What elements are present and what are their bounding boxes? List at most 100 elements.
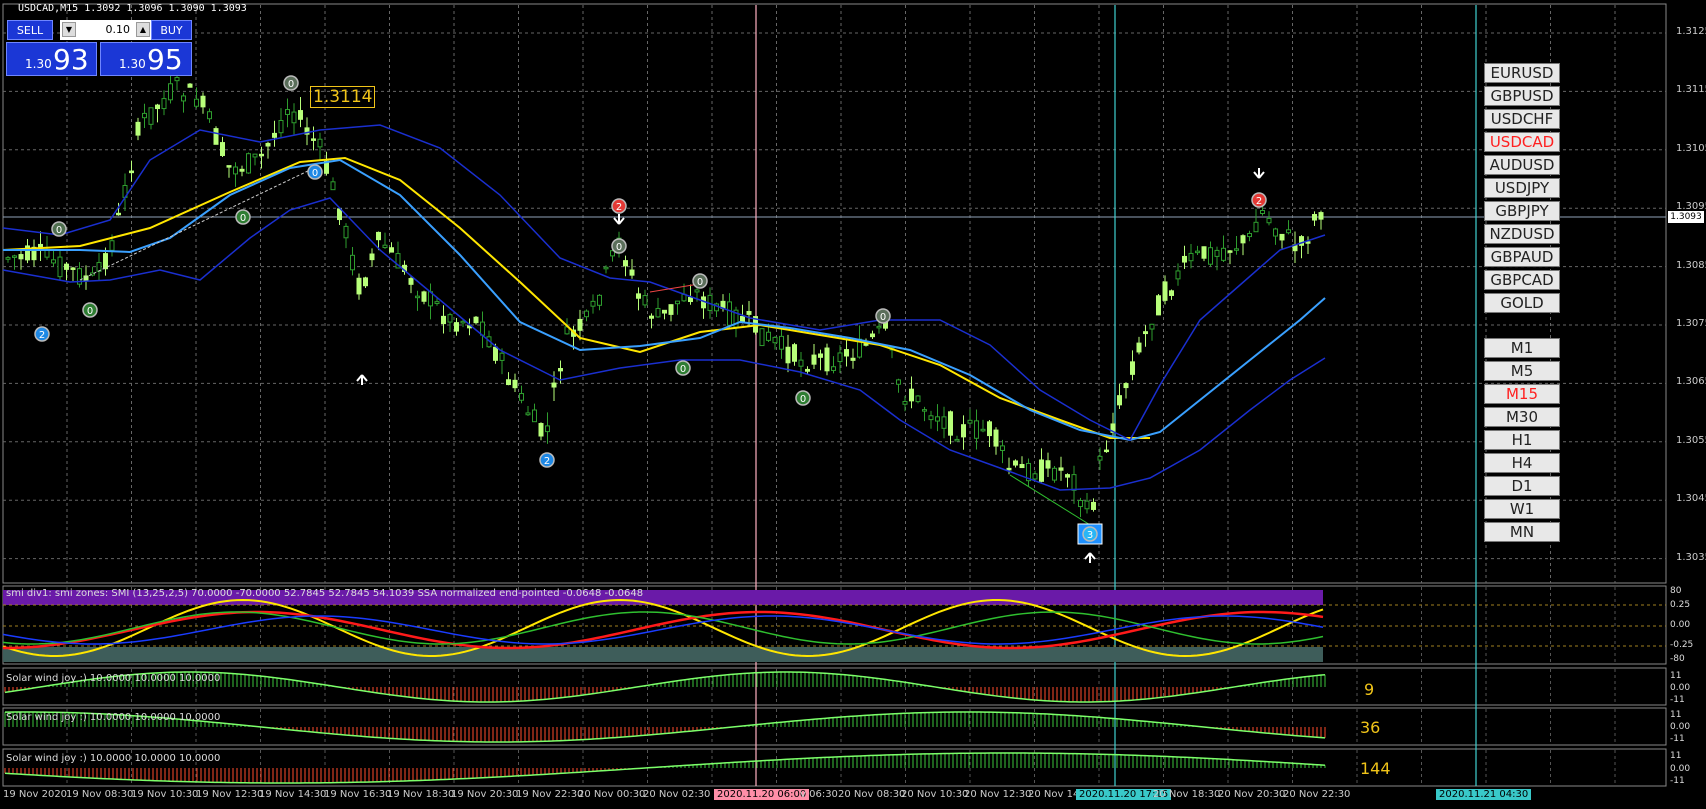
candle-body	[337, 208, 342, 221]
chart-canvas[interactable]: 0 0 2 0 0 0 2 0 2 0 0 0 0 2 3	[0, 0, 1706, 809]
candle-body	[499, 352, 505, 361]
price-axis-label: 1.3045	[1676, 493, 1706, 505]
symbol-button-gbpcad[interactable]: GBPCAD	[1484, 270, 1560, 290]
moving-average-yellow	[2, 156, 1150, 439]
candle-body	[1117, 395, 1122, 406]
timeframe-button-m1[interactable]: M1	[1484, 338, 1560, 358]
candle-body	[1234, 248, 1239, 251]
price-axis-label: 1.3065	[1676, 376, 1706, 388]
candle-body	[142, 112, 147, 119]
timeframe-button-m5[interactable]: M5	[1484, 361, 1560, 381]
symbol-button-eurusd[interactable]: EURUSD	[1484, 63, 1560, 83]
symbol-button-audusd[interactable]: AUDUSD	[1484, 155, 1560, 175]
candle-body	[1123, 383, 1129, 389]
zigzag-marker-icon-label: 0	[697, 277, 703, 288]
candle-body	[519, 393, 524, 401]
candle-body	[1227, 250, 1233, 253]
symbol-button-nzdusd[interactable]: NZDUSD	[1484, 224, 1560, 244]
candle-body	[1032, 473, 1038, 480]
candle-body	[870, 333, 875, 338]
lot-size-value[interactable]: 0.10	[106, 23, 131, 36]
candle-body	[506, 379, 511, 386]
candle-body	[265, 142, 271, 147]
candle-body	[57, 256, 63, 278]
candle-body	[850, 357, 856, 361]
symbol-button-gold[interactable]: GOLD	[1484, 293, 1560, 313]
time-axis-label: 20 Nov 08:30	[838, 789, 906, 800]
candle-body	[623, 260, 628, 267]
timeframe-button-d1[interactable]: D1	[1484, 476, 1560, 496]
candle-body	[291, 111, 297, 124]
candle-body	[1136, 342, 1142, 353]
candle-body	[902, 401, 908, 405]
candle-body	[330, 181, 336, 191]
buy-quote[interactable]: 1.30 95	[100, 42, 192, 76]
candle-body	[480, 321, 485, 336]
candle-body	[525, 412, 531, 416]
candle-body	[18, 254, 24, 260]
price-axis-label: 1.3055	[1676, 434, 1706, 446]
lot-size-field[interactable]: ▼ 0.10 ▲	[60, 20, 152, 40]
candle-body	[727, 301, 732, 326]
smi-axis-label: -80	[1670, 654, 1685, 664]
symbol-button-gbpaud[interactable]: GBPAUD	[1484, 247, 1560, 267]
candle-body	[675, 300, 680, 305]
time-axis-label: 20 Nov 00:30	[578, 789, 646, 800]
lot-decrease-icon[interactable]: ▼	[62, 22, 76, 37]
solar2-axis-label: 0.00	[1670, 722, 1691, 732]
candle-body	[512, 379, 518, 389]
candle-body	[317, 138, 323, 148]
candle-body	[662, 309, 667, 314]
price-axis-label: 1.3035	[1676, 551, 1706, 563]
solar-wind-panel-2-title: Solar wind joy :) 10.0000 10.0000 10.000…	[6, 712, 221, 723]
candle-body	[350, 254, 355, 271]
timeframe-button-h4[interactable]: H4	[1484, 453, 1560, 473]
candle-body	[194, 98, 199, 107]
sell-quote[interactable]: 1.30 93	[6, 42, 97, 76]
time-axis-label: 20 Nov 18:30	[1153, 789, 1221, 800]
buy-button[interactable]: BUY	[151, 20, 192, 40]
sell-button[interactable]: SELL	[7, 20, 53, 40]
symbol-button-gbpusd[interactable]: GBPUSD	[1484, 86, 1560, 106]
candle-body	[545, 425, 550, 433]
zigzag-marker-icon-label: 2	[1256, 196, 1262, 207]
timeframe-button-mn[interactable]: MN	[1484, 522, 1560, 542]
candle-body	[551, 382, 557, 388]
price-axis-label: 1.3125	[1676, 26, 1706, 37]
timeframe-button-w1[interactable]: W1	[1484, 499, 1560, 519]
candle-body	[129, 170, 134, 174]
timeframe-button-h1[interactable]: H1	[1484, 430, 1560, 450]
candle-body	[187, 83, 193, 88]
symbol-button-usdchf[interactable]: USDCHF	[1484, 109, 1560, 129]
timeframe-button-m15[interactable]: M15	[1484, 384, 1560, 404]
candle-body	[5, 257, 11, 260]
candle-body	[766, 331, 771, 341]
sell-arrow-icon	[613, 214, 625, 225]
candle-body	[246, 153, 251, 174]
smi-axis-label: -0.25	[1670, 640, 1694, 650]
candle-body	[941, 416, 947, 429]
candle-body	[376, 231, 381, 241]
candle-body	[1052, 467, 1057, 481]
time-axis-label: 19 Nov 14:30	[259, 789, 327, 800]
candle-body	[655, 307, 661, 318]
candle-body	[1149, 323, 1155, 330]
candle-body	[928, 415, 934, 421]
lot-increase-icon[interactable]: ▲	[136, 22, 150, 37]
candle-body	[454, 322, 459, 332]
zigzag-marker-icon-label: 0	[56, 225, 62, 236]
symbol-button-gbpjpy[interactable]: GBPJPY	[1484, 201, 1560, 221]
symbol-button-usdjpy[interactable]: USDJPY	[1484, 178, 1560, 198]
candle-body	[1247, 233, 1252, 238]
candle-body	[694, 289, 700, 293]
timeframe-button-m30[interactable]: M30	[1484, 407, 1560, 427]
zigzag-marker-icon-label: 2	[544, 456, 550, 467]
trend-line	[79, 169, 311, 281]
symbol-button-usdcad[interactable]: USDCAD	[1484, 132, 1560, 152]
bollinger-upper	[2, 124, 1326, 441]
candle-body	[831, 366, 836, 371]
candle-body	[174, 77, 180, 82]
current-price-tag: 1.3093	[1668, 211, 1704, 223]
panel-frame	[2, 3, 1667, 584]
candle-body	[1156, 295, 1161, 316]
